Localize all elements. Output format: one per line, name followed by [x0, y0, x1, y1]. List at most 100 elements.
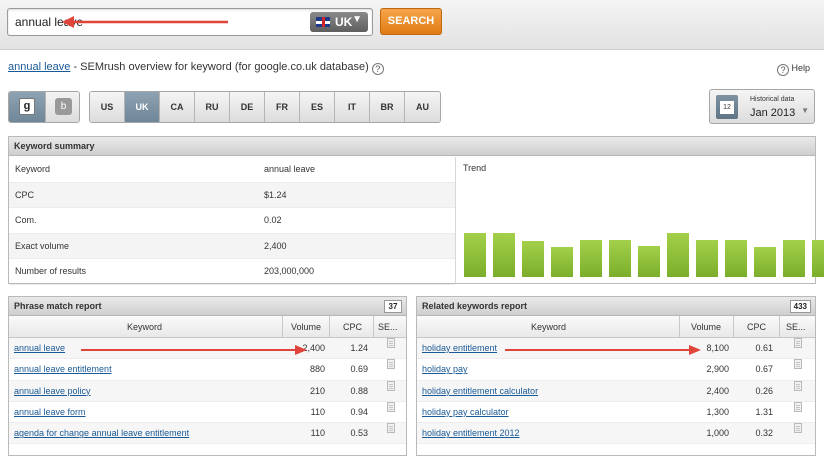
summary-label: Com. [15, 215, 37, 225]
trend-bar [812, 240, 824, 277]
tab-us[interactable]: US [90, 92, 125, 122]
historical-value: Jan 2013 [750, 107, 796, 119]
column-keyword[interactable]: Keyword [127, 316, 162, 338]
table-row: holiday entitlement 2012 1,000 0.32 [417, 423, 815, 445]
volume-cell: 880 [309, 364, 325, 375]
serp-document-icon[interactable] [794, 380, 802, 391]
annotation-arrow [62, 16, 228, 28]
page-subtitle: - SEMrush overview for keyword (for goog… [70, 61, 369, 73]
column-volume[interactable]: Volume [291, 316, 321, 338]
tab-ru[interactable]: RU [195, 92, 230, 122]
question-icon[interactable]: ? [371, 63, 384, 75]
serp-document-icon[interactable] [387, 401, 395, 412]
tab-br[interactable]: BR [370, 92, 405, 122]
summary-value: 0.02 [264, 215, 282, 225]
table-row: holiday pay calculator 1,300 1.31 [417, 401, 815, 424]
column-cpc[interactable]: CPC [747, 316, 766, 338]
column-divider [329, 316, 330, 338]
trend-bar [754, 247, 776, 277]
annotation-arrow [505, 345, 701, 355]
trend-bar [551, 247, 573, 277]
serp-document-icon[interactable] [794, 423, 802, 434]
keyword-link[interactable]: annual leave policy [14, 386, 91, 396]
tab-ca[interactable]: CA [160, 92, 195, 122]
column-volume[interactable]: Volume [691, 316, 721, 338]
trend-bar [696, 240, 718, 277]
calendar-icon: 12 [716, 95, 738, 119]
phrase-match-panel: Phrase match report 37 Keyword Volume CP… [8, 296, 407, 456]
tab-fr[interactable]: FR [265, 92, 300, 122]
cpc-cell: 1.31 [755, 406, 773, 417]
trend-bar [493, 233, 515, 277]
trend-bar [725, 240, 747, 277]
help-label: Help [791, 63, 810, 73]
keyword-link[interactable]: agenda for change annual leave entitleme… [14, 428, 189, 438]
chevron-down-icon: ▼ [801, 106, 809, 115]
column-divider [779, 316, 780, 338]
serp-document-icon[interactable] [387, 338, 395, 348]
phrase-match-title: Phrase match report [14, 301, 102, 311]
column-keyword[interactable]: Keyword [531, 316, 566, 338]
trend-bar [464, 233, 486, 277]
cpc-cell: 1.24 [350, 343, 368, 353]
database-select-label: UK [335, 15, 353, 29]
page-title: annual leave - SEMrush overview for keyw… [8, 61, 384, 75]
engine-toggle: g b [8, 91, 80, 123]
search-button[interactable]: SEARCH [380, 8, 442, 35]
cpc-cell: 0.26 [755, 385, 773, 396]
keyword-link[interactable]: holiday entitlement [422, 343, 497, 353]
keyword-summary-panel: Keyword summary Keyword annual leave CPC $… [8, 136, 824, 285]
google-engine-button[interactable]: g [9, 92, 45, 122]
table-row: holiday pay 2,900 0.67 [417, 359, 815, 381]
phrase-table-header: Keyword Volume CPC SE... [9, 316, 406, 338]
table-row: agenda for change annual leave entitleme… [9, 423, 406, 445]
tab-uk[interactable]: UK [125, 92, 160, 122]
keyword-link[interactable]: holiday pay calculator [422, 407, 509, 417]
serp-document-icon[interactable] [794, 359, 802, 370]
cpc-cell: 0.69 [350, 364, 368, 375]
summary-row: Keyword annual leave [9, 157, 455, 183]
keyword-link[interactable]: annual leave entitlement [14, 364, 112, 374]
bing-engine-button[interactable]: b [45, 92, 79, 122]
serp-document-icon[interactable] [387, 359, 395, 370]
summary-label: CPC [15, 189, 35, 200]
cpc-cell: 0.88 [350, 385, 368, 396]
help-link[interactable]: ? Help [774, 63, 810, 76]
tab-au[interactable]: AU [405, 92, 440, 122]
column-cpc[interactable]: CPC [343, 316, 362, 338]
serp-document-icon[interactable] [794, 338, 802, 348]
summary-row: Number of results 203,000,000 [9, 259, 455, 285]
keyword-link[interactable]: holiday entitlement 2012 [422, 428, 520, 438]
serp-document-icon[interactable] [387, 423, 395, 434]
keyword-link[interactable]: holiday pay [422, 364, 468, 374]
summary-label: Exact volume [15, 240, 70, 251]
summary-row: Exact volume 2,400 [9, 233, 455, 259]
phrase-match-header: Phrase match report 37 [9, 297, 406, 316]
database-select[interactable]: UK ▼ [310, 12, 368, 32]
column-serp[interactable]: SE... [786, 316, 806, 338]
chevron-down-icon: ▼ [352, 14, 362, 25]
tab-es[interactable]: ES [300, 92, 335, 122]
historical-caption: Historical data [750, 96, 795, 103]
serp-document-icon[interactable] [387, 380, 395, 391]
trend-label: Trend [463, 163, 487, 173]
cpc-cell: 0.61 [755, 343, 773, 353]
keyword-link[interactable]: annual leave form [14, 407, 86, 417]
keyword-link[interactable]: holiday entitlement calculator [422, 386, 538, 396]
keyword-link[interactable]: annual leave [14, 343, 65, 353]
tab-de[interactable]: DE [230, 92, 265, 122]
serp-document-icon[interactable] [794, 401, 802, 412]
uk-flag-icon [316, 17, 330, 27]
summary-label: Number of results [15, 266, 87, 276]
volume-cell: 1,000 [706, 428, 729, 439]
cpc-cell: 0.67 [755, 364, 773, 375]
column-serp[interactable]: SE... [378, 316, 398, 338]
keyword-summary-table: Keyword annual leave CPC $1.24 Com. 0.02 Ex… [9, 157, 455, 285]
trend-bar [609, 240, 631, 277]
tab-it[interactable]: IT [335, 92, 370, 122]
summary-label: Keyword [15, 164, 51, 174]
keyword-link[interactable]: annual leave [8, 61, 70, 73]
table-row: holiday entitlement calculator 2,400 0.26 [417, 380, 815, 402]
column-divider [282, 316, 283, 338]
historical-data-select[interactable]: 12 Historical data Jan 2013 ▼ [709, 89, 815, 124]
